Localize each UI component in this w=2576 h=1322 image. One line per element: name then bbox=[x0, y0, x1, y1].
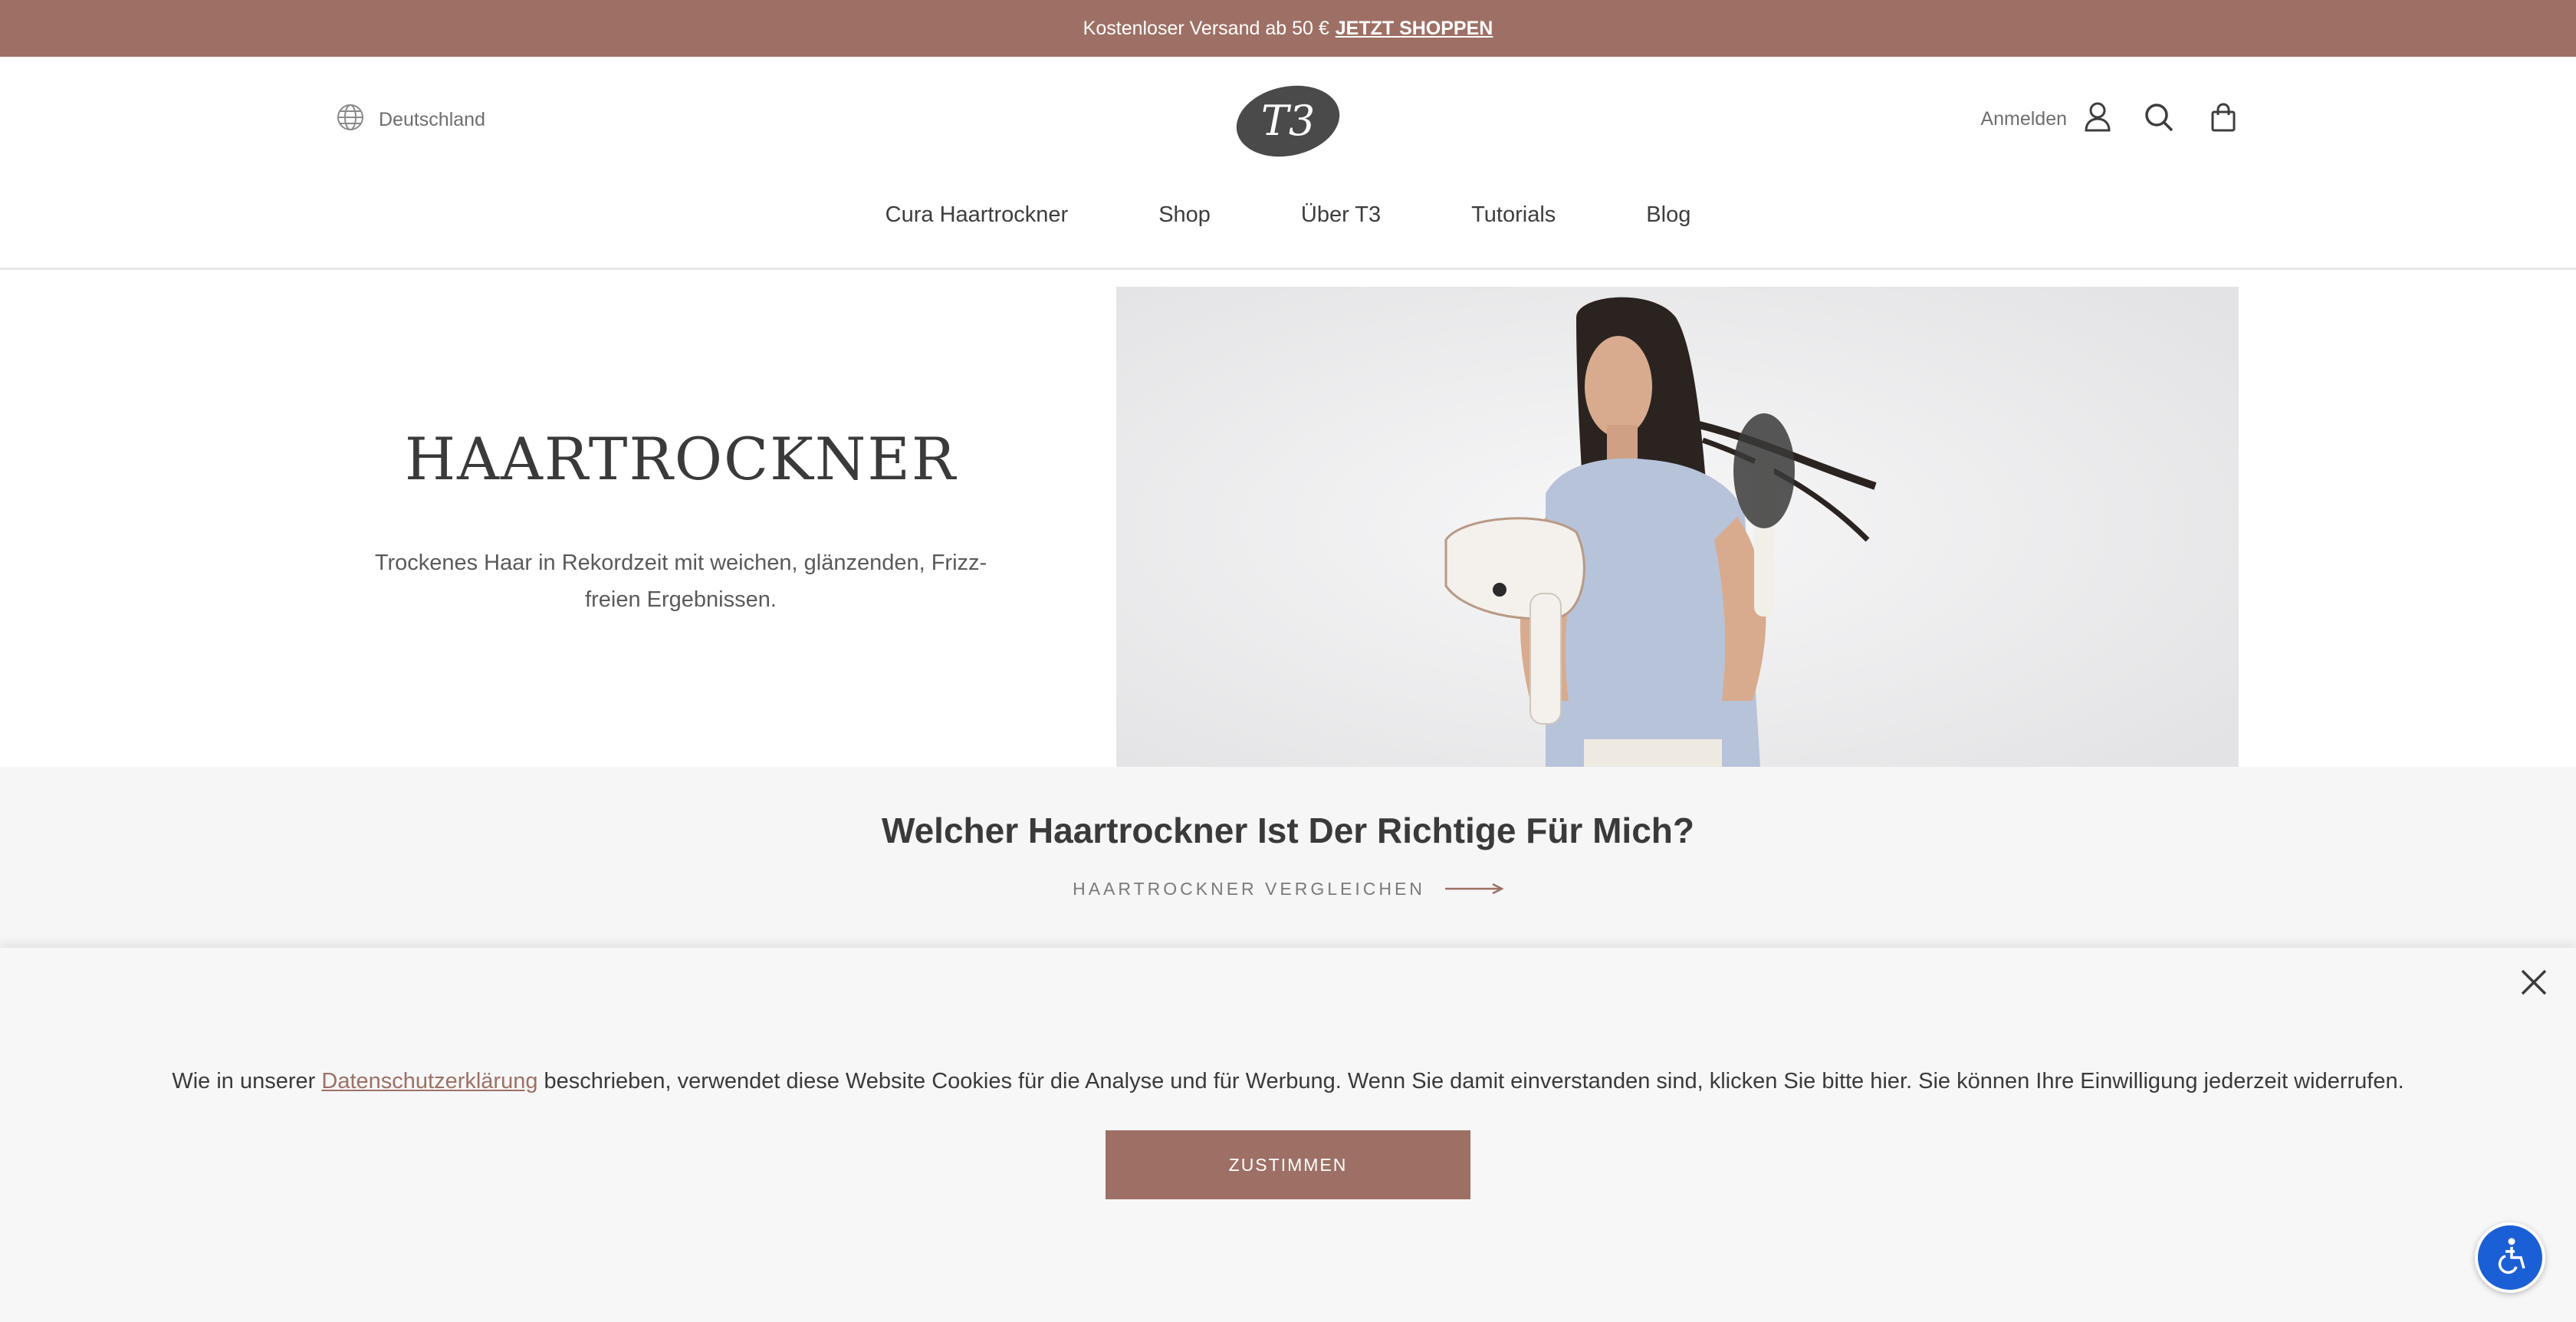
cookie-text-after: beschrieben, verwendet diese Website Coo… bbox=[544, 1069, 2404, 1093]
hero-subtitle: Trockenes Haar in Rekordzeit mit weichen… bbox=[374, 551, 987, 612]
nav-item-shop[interactable]: Shop bbox=[1158, 202, 1211, 228]
bag-icon bbox=[2210, 103, 2236, 136]
signin-link[interactable]: Anmelden bbox=[1980, 101, 2111, 137]
cookie-text-before: Wie in unserer bbox=[172, 1069, 316, 1093]
announcement-bar: Kostenloser Versand ab 50 € JETZT SHOPPE… bbox=[0, 0, 2576, 57]
cookie-text: Wie in unserer Datenschutzerklärung besc… bbox=[0, 1069, 2576, 1094]
cart-button[interactable] bbox=[2206, 103, 2240, 136]
compare-title: Welcher Haartrockner Ist Der Richtige Fü… bbox=[882, 811, 1694, 850]
logo-text: T3 bbox=[1261, 97, 1315, 145]
compare-link-label: HAARTROCKNER VERGLEICHEN bbox=[1073, 879, 1425, 899]
t3-logo[interactable]: T3 bbox=[1234, 84, 1342, 158]
signin-label: Anmelden bbox=[1980, 108, 2067, 130]
page-title: HAARTROCKNER bbox=[404, 425, 958, 493]
close-icon bbox=[2520, 968, 2548, 1000]
privacy-policy-link[interactable]: Datenschutzerklärung bbox=[321, 1069, 537, 1093]
accept-cookies-button[interactable]: ZUSTIMMEN bbox=[1106, 1130, 1470, 1199]
nav-item-about[interactable]: Über T3 bbox=[1301, 202, 1381, 228]
country-selector[interactable]: Deutschland bbox=[336, 103, 485, 137]
nav-item-cura[interactable]: Cura Haartrockner bbox=[886, 202, 1069, 228]
accessibility-button[interactable] bbox=[2475, 1222, 2545, 1293]
nav-item-blog[interactable]: Blog bbox=[1646, 202, 1691, 228]
header-utility: Anmelden bbox=[1980, 101, 2240, 137]
compare-section: Welcher Haartrockner Ist Der Richtige Fü… bbox=[0, 767, 2576, 948]
main-nav: Cura Haartrockner Shop Über T3 Tutorials… bbox=[0, 202, 2576, 228]
announcement-text: Kostenloser Versand ab 50 € bbox=[1083, 17, 1329, 39]
country-label: Deutschland bbox=[379, 109, 485, 130]
compare-link[interactable]: HAARTROCKNER VERGLEICHEN bbox=[0, 879, 2576, 899]
site-header: Deutschland T3 Anmelden Cura Haartrockne… bbox=[0, 57, 2576, 270]
shop-now-link[interactable]: JETZT SHOPPEN bbox=[1336, 18, 1493, 40]
nav-item-tutorials[interactable]: Tutorials bbox=[1471, 202, 1556, 228]
hero-text: HAARTROCKNER Trockenes Haar in Rekordzei… bbox=[336, 287, 1026, 767]
globe-icon bbox=[336, 103, 365, 137]
cookie-banner: Wie in unserer Datenschutzerklärung besc… bbox=[0, 948, 2576, 1322]
cookie-close-button[interactable] bbox=[2513, 963, 2555, 1005]
arrow-right-icon bbox=[1444, 879, 1504, 899]
search-icon bbox=[2144, 102, 2174, 136]
accessibility-icon bbox=[2489, 1235, 2532, 1281]
search-button[interactable] bbox=[2142, 103, 2176, 136]
user-icon bbox=[2084, 101, 2111, 137]
hero-image bbox=[1116, 287, 2239, 767]
